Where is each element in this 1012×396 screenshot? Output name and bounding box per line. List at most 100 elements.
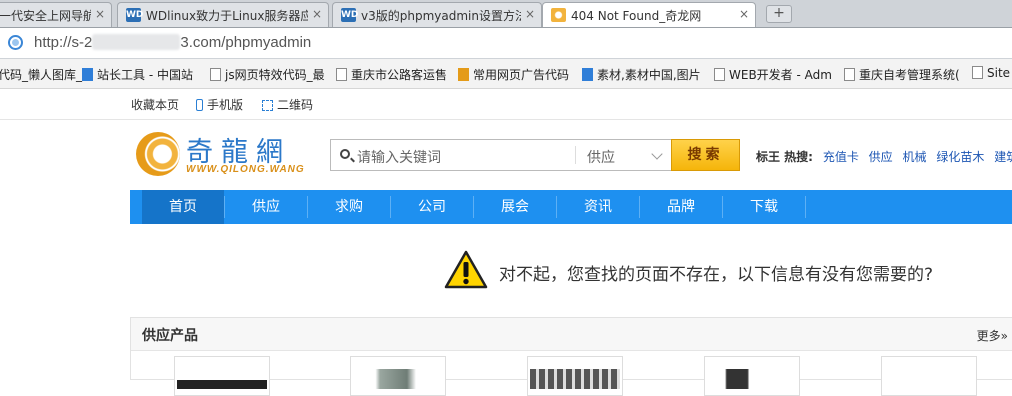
- bookmark-label: 重庆自考管理系统(: [859, 68, 960, 82]
- bookmark-item[interactable]: 站长工具 - 中国站: [82, 66, 193, 83]
- tab-1[interactable]: 一代安全上网导航 ×: [0, 2, 112, 27]
- tab-4-active[interactable]: 404 Not Found_奇龙网 ×: [542, 2, 756, 27]
- tab-title: v3版的phpmyadmin设置方法: [361, 9, 521, 23]
- chevron-down-icon[interactable]: [651, 148, 663, 160]
- product-image: [177, 369, 267, 389]
- bookmark-item[interactable]: WEB开发者 - Adm: [714, 66, 832, 83]
- bookmark-page-link[interactable]: 收藏本页: [131, 96, 179, 113]
- nav-company[interactable]: 公司: [391, 190, 473, 224]
- supply-products-section: 供应产品 更多»: [130, 317, 1012, 396]
- url-field[interactable]: http://s-2 3.com/phpmyadmin: [34, 34, 311, 51]
- logo-english: WWW.QILONG.WANG: [186, 164, 305, 175]
- bookmark-label: WEB开发者 - Adm: [729, 68, 832, 82]
- hot-keyword[interactable]: 供应: [869, 150, 893, 164]
- wdlinux-favicon-icon: WD: [341, 8, 359, 22]
- site-logo[interactable]: 奇龍網 WWW.QILONG.WANG: [136, 128, 306, 178]
- search-icon: [340, 149, 350, 159]
- nav-download[interactable]: 下载: [723, 190, 805, 224]
- bookmark-item[interactable]: 重庆自考管理系统(: [844, 66, 960, 83]
- bookmark-page-icon: [210, 68, 221, 81]
- bookmark-item[interactable]: 重庆市公路客运售: [336, 66, 447, 83]
- tab-close-icon[interactable]: ×: [95, 7, 105, 21]
- bookmark-label: 站长工具 - 中国站: [97, 68, 193, 82]
- search-input[interactable]: 请输入关键词: [357, 147, 441, 167]
- nav-news[interactable]: 资讯: [557, 190, 639, 224]
- nav-supply[interactable]: 供应: [225, 190, 307, 224]
- hot-keyword[interactable]: 建筑: [994, 150, 1012, 164]
- nav-divider: [805, 196, 806, 218]
- tab-3[interactable]: WD v3版的phpmyadmin设置方法 ×: [332, 2, 542, 27]
- bookmark-page-icon: [714, 68, 725, 81]
- search-button[interactable]: 搜索: [671, 139, 740, 171]
- hot-keyword[interactable]: 机械: [903, 150, 927, 164]
- hot-keyword[interactable]: 充值卡: [823, 150, 859, 164]
- bookmark-item[interactable]: Site: [972, 66, 1010, 80]
- qrcode-icon: [262, 100, 273, 111]
- bookmark-item[interactable]: js网页特效代码_最: [210, 66, 325, 83]
- bookmark-label: js网页特效代码_最: [225, 68, 325, 82]
- product-image: [707, 369, 797, 389]
- bookmark-label: 素材,素材中国,图片: [597, 68, 701, 82]
- bookmark-label: 常用网页广告代码: [473, 68, 570, 82]
- site-top-links: 收藏本页 手机版 二维码: [0, 89, 1012, 120]
- mobile-label: 手机版: [207, 98, 244, 112]
- url-redacted: [92, 34, 181, 50]
- nav-home[interactable]: 首页: [142, 190, 224, 224]
- phone-icon: [196, 99, 203, 111]
- hot-search-label: 标王 热搜:: [756, 150, 813, 164]
- address-bar[interactable]: http://s-2 3.com/phpmyadmin: [0, 28, 1012, 59]
- search-divider: [575, 146, 576, 164]
- supply-header: 供应产品 更多»: [131, 318, 1012, 351]
- supply-title: 供应产品: [142, 328, 198, 344]
- product-thumbnail[interactable]: [350, 356, 446, 396]
- url-prefix: http://s-2: [34, 34, 93, 51]
- bookmark-image-icon: [82, 68, 93, 81]
- product-thumbnail[interactable]: [881, 356, 977, 396]
- bookmark-item[interactable]: 代码_懒人图库_: [0, 66, 82, 83]
- tab-close-icon[interactable]: ×: [739, 7, 749, 21]
- tab-title: WDlinux致力于Linux服务器应: [146, 9, 308, 23]
- tab-title: 404 Not Found_奇龙网: [571, 9, 702, 23]
- bookmarks-bar: 代码_懒人图库_ 站长工具 - 中国站 js网页特效代码_最 重庆市公路客运售 …: [0, 59, 1012, 89]
- bookmark-label: 代码_懒人图库_: [0, 68, 83, 82]
- bookmark-label: Site: [987, 66, 1011, 80]
- bookmark-image-icon: [582, 68, 593, 81]
- bookmark-zz-icon: [458, 68, 469, 81]
- product-image: [884, 369, 974, 389]
- search-category-select[interactable]: 供应: [587, 147, 615, 167]
- product-image: [530, 369, 620, 389]
- new-tab-button[interactable]: +: [766, 5, 792, 23]
- product-thumbnail[interactable]: [174, 356, 270, 396]
- not-found-message: 对不起，您查找的页面不存在，以下信息有没有您需要的?: [499, 265, 934, 285]
- hot-search: 标王 热搜: 充值卡 供应 机械 绿化苗木 建筑: [756, 148, 1012, 165]
- bookmark-item[interactable]: 常用网页广告代码: [458, 66, 569, 83]
- tab-title: 一代安全上网导航: [0, 9, 91, 23]
- bookmark-label: 重庆市公路客运售: [351, 68, 448, 82]
- bookmark-page-icon: [844, 68, 855, 81]
- bookmark-page-icon: [336, 68, 347, 81]
- hot-keyword[interactable]: 绿化苗木: [936, 150, 984, 164]
- nav-purchase[interactable]: 求购: [308, 190, 390, 224]
- product-thumbnail[interactable]: [704, 356, 800, 396]
- tab-2[interactable]: WD WDlinux致力于Linux服务器应 ×: [117, 2, 329, 27]
- bookmark-page-icon: [972, 66, 983, 79]
- tab-strip: 一代安全上网导航 × WD WDlinux致力于Linux服务器应 × WD v…: [0, 0, 1012, 28]
- tab-close-icon[interactable]: ×: [525, 7, 535, 21]
- bookmark-item[interactable]: 素材,素材中国,图片: [582, 66, 701, 83]
- globe-icon: [8, 35, 23, 50]
- dragon-logo-icon: [136, 132, 180, 176]
- mobile-version-link[interactable]: 手机版: [196, 96, 243, 113]
- product-thumbnail[interactable]: [527, 356, 623, 396]
- more-link[interactable]: 更多»: [977, 327, 1008, 344]
- nav-brand[interactable]: 品牌: [640, 190, 722, 224]
- url-suffix: 3.com/phpmyadmin: [180, 34, 312, 51]
- qilong-favicon-icon: [551, 8, 566, 22]
- product-image: [353, 369, 443, 389]
- main-nav: 首页 供应 求购 公司 展会 资讯 品牌 下载: [130, 190, 1012, 224]
- search-box: 请输入关键词 供应: [330, 139, 672, 171]
- nav-exhibition[interactable]: 展会: [474, 190, 556, 224]
- qrcode-label: 二维码: [277, 98, 314, 112]
- tab-close-icon[interactable]: ×: [312, 7, 322, 21]
- qrcode-link[interactable]: 二维码: [262, 96, 313, 113]
- warning-icon: [444, 250, 488, 289]
